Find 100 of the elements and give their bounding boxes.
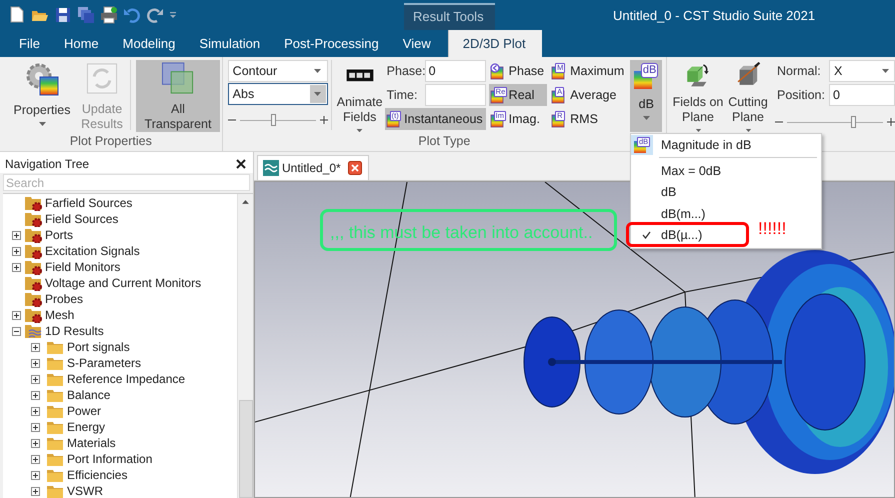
panel-title: Navigation Tree bbox=[5, 156, 90, 170]
tree-item[interactable]: 1D Results bbox=[45, 324, 104, 338]
tree-item[interactable]: Reference Impedance bbox=[67, 372, 186, 386]
expand-icon[interactable] bbox=[12, 310, 21, 320]
tree-item[interactable]: Excitation Signals bbox=[45, 244, 140, 258]
cutting-plane-button[interactable]: Cutting Plane bbox=[725, 60, 771, 132]
scrollbar-thumb[interactable] bbox=[238, 400, 252, 498]
dropdown[interactable]: X bbox=[829, 60, 895, 82]
folder-icon bbox=[47, 419, 64, 435]
tree-item[interactable]: Port signals bbox=[67, 340, 130, 354]
gear-folder-icon bbox=[25, 307, 42, 323]
caret-icon bbox=[38, 122, 46, 126]
tree-item[interactable]: Materials bbox=[67, 436, 116, 450]
tree-item[interactable]: S-Parameters bbox=[67, 356, 142, 370]
field-label: Position: bbox=[776, 88, 826, 102]
expand-icon[interactable] bbox=[31, 342, 40, 352]
tree-item[interactable]: Field Monitors bbox=[45, 260, 120, 274]
search-field[interactable]: Search bbox=[3, 174, 250, 191]
expand-icon[interactable] bbox=[12, 230, 21, 240]
tree-item[interactable]: Probes bbox=[45, 292, 84, 306]
gear-folder-icon bbox=[25, 291, 42, 307]
caret-icon bbox=[356, 128, 364, 132]
tree-item[interactable]: Port Information bbox=[67, 452, 152, 466]
caret-icon bbox=[314, 92, 322, 96]
expand-icon[interactable] bbox=[12, 262, 21, 272]
gear-folder-icon bbox=[25, 195, 42, 211]
dropdown[interactable]: Abs bbox=[228, 83, 328, 105]
field-label: Time: bbox=[386, 88, 418, 102]
animate-fields-button[interactable]: Animate Fields bbox=[334, 60, 385, 132]
expand-icon[interactable] bbox=[31, 454, 40, 464]
tree-item[interactable]: Efficiencies bbox=[67, 468, 128, 482]
gear-folder-icon bbox=[25, 259, 42, 275]
tree-item[interactable]: Balance bbox=[67, 388, 110, 402]
close-icon[interactable] bbox=[348, 161, 362, 175]
new-file-icon[interactable] bbox=[8, 6, 26, 24]
scroll-up-icon bbox=[242, 200, 249, 204]
save-icon[interactable] bbox=[54, 6, 72, 24]
tree-item[interactable]: Energy bbox=[67, 420, 106, 434]
menu-item[interactable]: dB bbox=[631, 182, 680, 203]
slider-thumb[interactable] bbox=[851, 116, 856, 128]
tree-item[interactable]: Farfield Sources bbox=[45, 196, 132, 210]
save-all-icon[interactable] bbox=[77, 6, 95, 24]
plus-icon[interactable] bbox=[887, 118, 895, 126]
folder-icon bbox=[47, 339, 64, 355]
ribbon-tab[interactable]: Home bbox=[52, 30, 111, 57]
folder-icon bbox=[47, 355, 64, 371]
ribbon-tab[interactable]: 2D/3D Plot bbox=[448, 30, 542, 57]
group-label: Plot Type bbox=[418, 134, 470, 150]
plot-type-button[interactable]: Phase bbox=[488, 60, 548, 82]
annotation-text: !!!!!! bbox=[758, 219, 786, 239]
caret-icon bbox=[642, 116, 650, 120]
print-icon[interactable] bbox=[100, 6, 118, 24]
document-tab[interactable]: Untitled_0* bbox=[257, 155, 369, 180]
plus-icon[interactable] bbox=[320, 116, 328, 124]
tree-item[interactable]: Power bbox=[67, 404, 102, 418]
menu-item[interactable]: dB(m...) bbox=[631, 203, 710, 224]
expand-icon[interactable] bbox=[31, 374, 40, 384]
gear-folder-icon bbox=[25, 275, 42, 291]
db-button[interactable]: dB dB bbox=[630, 60, 662, 132]
gear-icon bbox=[25, 62, 59, 96]
close-icon[interactable] bbox=[236, 158, 246, 168]
tree-item[interactable]: Field Sources bbox=[45, 212, 118, 226]
document-icon bbox=[263, 160, 279, 176]
ribbon-tab[interactable]: View bbox=[390, 30, 443, 57]
caret-icon bbox=[882, 69, 888, 73]
context-tab-label: Result Tools bbox=[404, 3, 495, 30]
scrollbar[interactable] bbox=[237, 194, 253, 498]
folder-icon bbox=[47, 451, 64, 467]
time-field[interactable] bbox=[424, 84, 486, 106]
ribbon-tab[interactable]: Modeling bbox=[110, 30, 188, 57]
redo-icon[interactable] bbox=[146, 6, 164, 24]
folder-icon bbox=[47, 483, 64, 498]
expand-icon[interactable] bbox=[31, 406, 40, 416]
customize-icon[interactable] bbox=[169, 11, 177, 19]
dropdown[interactable]: Contour bbox=[228, 60, 328, 82]
slider-thumb[interactable] bbox=[270, 114, 276, 126]
phase-field[interactable]: 0 bbox=[424, 60, 486, 82]
ribbon-tab[interactable]: Simulation bbox=[187, 30, 272, 57]
expand-icon[interactable] bbox=[31, 438, 40, 448]
ribbon-tab[interactable]: File bbox=[7, 30, 52, 57]
expand-icon[interactable] bbox=[31, 470, 40, 480]
expand-icon[interactable] bbox=[31, 390, 40, 400]
collapse-icon[interactable] bbox=[12, 326, 21, 336]
gear-folder-icon bbox=[25, 243, 42, 259]
tree-item[interactable]: Mesh bbox=[45, 308, 74, 322]
tree-item[interactable]: Ports bbox=[45, 228, 74, 242]
field-label: Phase: bbox=[386, 64, 425, 78]
position-field[interactable]: 0 bbox=[829, 84, 895, 106]
tree-item[interactable]: Voltage and Current Monitors bbox=[45, 276, 202, 290]
expand-icon[interactable] bbox=[31, 422, 40, 432]
properties-button[interactable]: Properties bbox=[7, 60, 77, 132]
menu-item[interactable]: Max = 0dB bbox=[631, 160, 726, 182]
fields-on-plane-button[interactable]: Fields on Plane bbox=[671, 60, 725, 132]
caret-icon bbox=[314, 69, 322, 73]
tree-item[interactable]: VSWR bbox=[67, 484, 103, 498]
ribbon-tab[interactable]: Post-Processing bbox=[272, 30, 391, 57]
expand-icon[interactable] bbox=[12, 246, 21, 256]
expand-icon[interactable] bbox=[31, 358, 40, 368]
all-transparent-button[interactable]: All Transparent bbox=[136, 60, 220, 132]
expand-icon[interactable] bbox=[31, 486, 40, 496]
